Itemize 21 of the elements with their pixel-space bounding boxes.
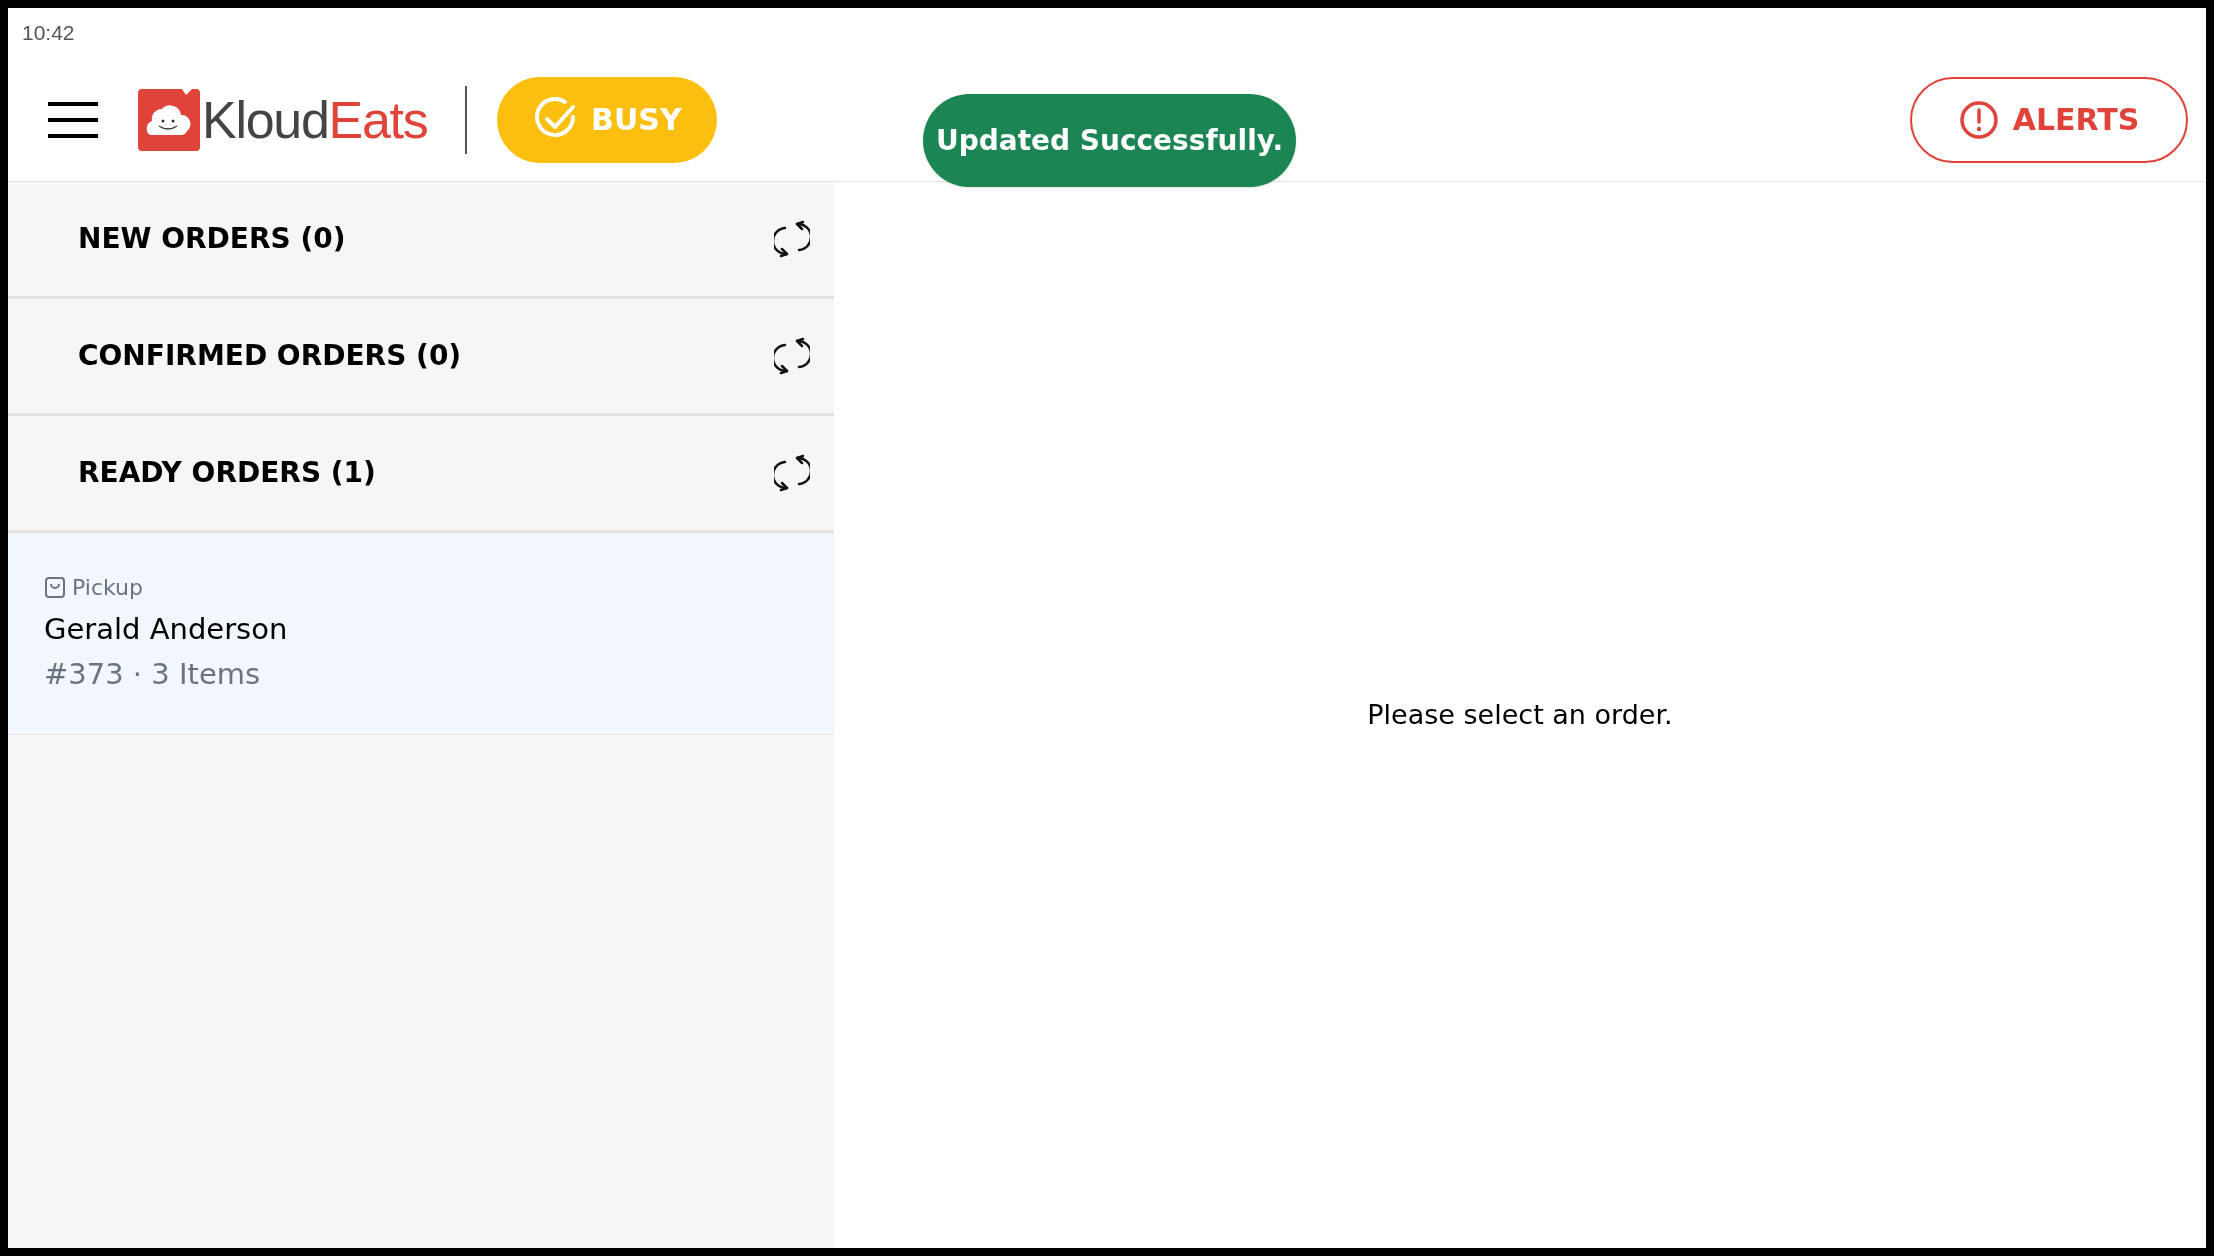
cloud-logo-icon — [138, 88, 200, 151]
empty-state-message: Please select an order. — [1367, 697, 1673, 732]
alerts-button[interactable]: ALERTS — [1910, 76, 2188, 163]
refresh-icon — [774, 337, 810, 375]
section-title: READY ORDERS (1) — [78, 455, 376, 491]
menu-icon[interactable] — [48, 99, 98, 140]
order-type: Pickup — [72, 573, 143, 602]
refresh-icon — [774, 454, 810, 492]
section-title: CONFIRMED ORDERS (0) — [78, 338, 462, 374]
status-time: 10:42 — [22, 20, 75, 47]
order-summary: #373 · 3 Items — [44, 656, 262, 693]
customer-name: Gerald Anderson — [44, 610, 289, 648]
order-card[interactable]: Pickup Gerald Anderson #373 · 3 Items — [8, 533, 834, 735]
section-title: NEW ORDERS (0) — [78, 221, 346, 257]
logo-wordmark: KloudEats — [202, 93, 428, 146]
refresh-icon — [774, 220, 810, 258]
order-section-header[interactable]: CONFIRMED ORDERS (0) — [8, 299, 834, 416]
order-section-header[interactable]: NEW ORDERS (0) — [8, 182, 834, 299]
success-toast: Updated Successfully. — [923, 94, 1296, 187]
bag-icon — [44, 575, 66, 599]
alert-icon — [1958, 99, 1999, 140]
